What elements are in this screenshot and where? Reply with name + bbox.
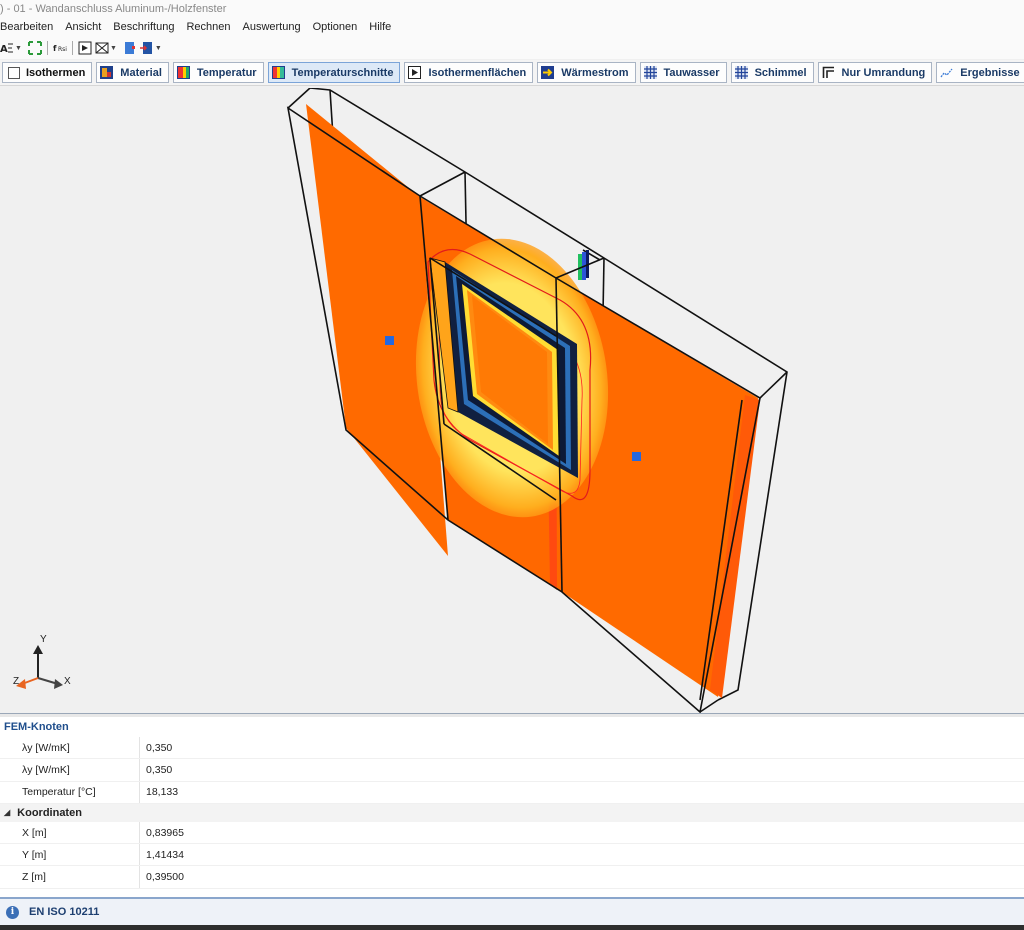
axis-label-x: X bbox=[64, 676, 71, 687]
ergebnisse-label: Ergebnisse bbox=[960, 66, 1020, 79]
model-canvas[interactable]: Y X Z bbox=[0, 88, 1024, 713]
dropdown-arrow-icon[interactable]: ▼ bbox=[155, 45, 162, 52]
window-title: ) - 01 - Wandanschluss Aluminum-/Holzfen… bbox=[0, 0, 1024, 18]
exit-icon[interactable] bbox=[139, 41, 154, 55]
fit-view-icon[interactable] bbox=[27, 41, 42, 55]
menu-rechnen[interactable]: Rechnen bbox=[186, 18, 236, 37]
results-chart-icon bbox=[940, 66, 953, 79]
axis-label-y: Y bbox=[40, 634, 47, 645]
nur-umrandung-label: Nur Umrandung bbox=[841, 66, 926, 79]
node-marker-right[interactable] bbox=[632, 452, 641, 461]
menu-bearbeiten[interactable]: Bearbeiten bbox=[0, 18, 59, 37]
schimmel-label: Schimmel bbox=[754, 66, 807, 79]
quick-toolbar: A ▼ f Rsi ▼ ▼ bbox=[0, 37, 1024, 59]
menu-ansicht[interactable]: Ansicht bbox=[65, 18, 107, 37]
axis-label-z: Z bbox=[13, 676, 19, 687]
3d-viewport[interactable]: Y X Z bbox=[0, 88, 1024, 713]
temperaturschnitte-label: Temperaturschnitte bbox=[291, 66, 394, 79]
status-bar: i EN ISO 10211 bbox=[0, 897, 1024, 925]
property-row[interactable]: λy [W/mK] 0,350 bbox=[0, 737, 1024, 760]
property-row[interactable]: λy [W/mK] 0,350 bbox=[0, 759, 1024, 782]
isothermenflaechen-button[interactable]: Isothermenflächen bbox=[404, 62, 534, 83]
material-icon bbox=[100, 66, 114, 79]
separator bbox=[46, 41, 48, 55]
separator bbox=[71, 41, 73, 55]
door-icon[interactable] bbox=[123, 41, 137, 55]
property-value: 18,133 bbox=[146, 786, 179, 799]
taskbar-strip bbox=[0, 925, 1024, 930]
property-value: 0,83965 bbox=[146, 826, 184, 839]
ergebnisse-button[interactable]: Ergebnisse bbox=[936, 62, 1024, 83]
property-name: Y [m] bbox=[0, 844, 140, 866]
temperaturschnitte-button[interactable]: Temperaturschnitte bbox=[267, 62, 401, 83]
property-row[interactable]: X [m] 0,83965 bbox=[0, 821, 1024, 845]
property-name: X [m] bbox=[0, 821, 140, 844]
properties-panel: FEM-Knoten λy [W/mK] 0,350 λy [W/mK] 0,3… bbox=[0, 717, 1024, 897]
condensation-icon bbox=[643, 66, 657, 79]
svg-text:A: A bbox=[0, 44, 8, 55]
menu-auswertung[interactable]: Auswertung bbox=[243, 18, 307, 37]
svg-text:Rsi: Rsi bbox=[58, 46, 67, 53]
temperature-section-icon bbox=[271, 66, 285, 79]
info-icon: i bbox=[6, 905, 19, 919]
property-category[interactable]: ◢ Koordinaten bbox=[0, 803, 1024, 822]
isotherm-surface-icon bbox=[408, 66, 422, 79]
temperatur-label: Temperatur bbox=[196, 66, 257, 79]
material-button[interactable]: Material bbox=[96, 62, 169, 83]
text-size-icon[interactable]: f Rsi bbox=[53, 41, 67, 55]
svg-text:f: f bbox=[53, 44, 57, 53]
properties-header: FEM-Knoten bbox=[4, 721, 69, 733]
isothermen-toggle[interactable]: Isothermen bbox=[2, 62, 93, 83]
isothermen-label: Isothermen bbox=[26, 66, 86, 79]
property-row[interactable]: Temperatur [°C] 18,133 bbox=[0, 781, 1024, 804]
menu-optionen[interactable]: Optionen bbox=[313, 18, 364, 37]
status-text: EN ISO 10211 bbox=[29, 906, 100, 918]
menu-bar: Bearbeiten Ansicht Beschriftung Rechnen … bbox=[0, 18, 1024, 37]
category-label: Koordinaten bbox=[17, 806, 82, 819]
sort-icon[interactable]: A bbox=[0, 41, 14, 55]
border-only-icon bbox=[822, 66, 835, 79]
property-name: λy [W/mK] bbox=[0, 759, 140, 781]
isothermenflaechen-label: Isothermenflächen bbox=[428, 66, 527, 79]
temperatur-button[interactable]: Temperatur bbox=[172, 62, 264, 83]
menu-hilfe[interactable]: Hilfe bbox=[369, 18, 397, 37]
property-value: 0,39500 bbox=[146, 871, 184, 884]
property-name: Temperatur [°C] bbox=[0, 781, 140, 803]
property-name: λy [W/mK] bbox=[0, 737, 140, 759]
property-row[interactable]: Z [m] 0,39500 bbox=[0, 866, 1024, 889]
node-marker-left[interactable] bbox=[385, 336, 394, 345]
menu-beschriftung[interactable]: Beschriftung bbox=[113, 18, 180, 37]
property-value: 0,350 bbox=[146, 741, 173, 754]
waermestrom-button[interactable]: Wärmestrom bbox=[537, 62, 636, 83]
dropdown-arrow-icon[interactable]: ▼ bbox=[110, 45, 117, 52]
heat-flow-icon bbox=[541, 66, 555, 79]
mold-icon bbox=[734, 66, 748, 79]
dropdown-arrow-icon[interactable]: ▼ bbox=[15, 45, 22, 52]
tauwasser-button[interactable]: Tauwasser bbox=[639, 62, 727, 83]
temperature-icon bbox=[176, 66, 190, 79]
property-name: Z [m] bbox=[0, 866, 140, 888]
waermestrom-label: Wärmestrom bbox=[561, 66, 629, 79]
schimmel-button[interactable]: Schimmel bbox=[730, 62, 814, 83]
tauwasser-label: Tauwasser bbox=[663, 66, 720, 79]
isotherm-surface-icon[interactable] bbox=[78, 41, 92, 55]
nur-umrandung-button[interactable]: Nur Umrandung bbox=[817, 62, 933, 83]
property-value: 0,350 bbox=[146, 763, 173, 776]
collapse-triangle-icon[interactable]: ◢ bbox=[4, 808, 10, 817]
axis-gizmo bbox=[16, 645, 63, 689]
property-value: 1,41434 bbox=[146, 848, 184, 861]
isothermen-checkbox[interactable] bbox=[8, 66, 20, 79]
material-label: Material bbox=[120, 66, 162, 79]
property-row[interactable]: Y [m] 1,41434 bbox=[0, 844, 1024, 867]
envelope-icon[interactable] bbox=[95, 41, 109, 55]
view-toolbar: Isothermen Material Temperatur Temperatu… bbox=[0, 60, 1024, 86]
